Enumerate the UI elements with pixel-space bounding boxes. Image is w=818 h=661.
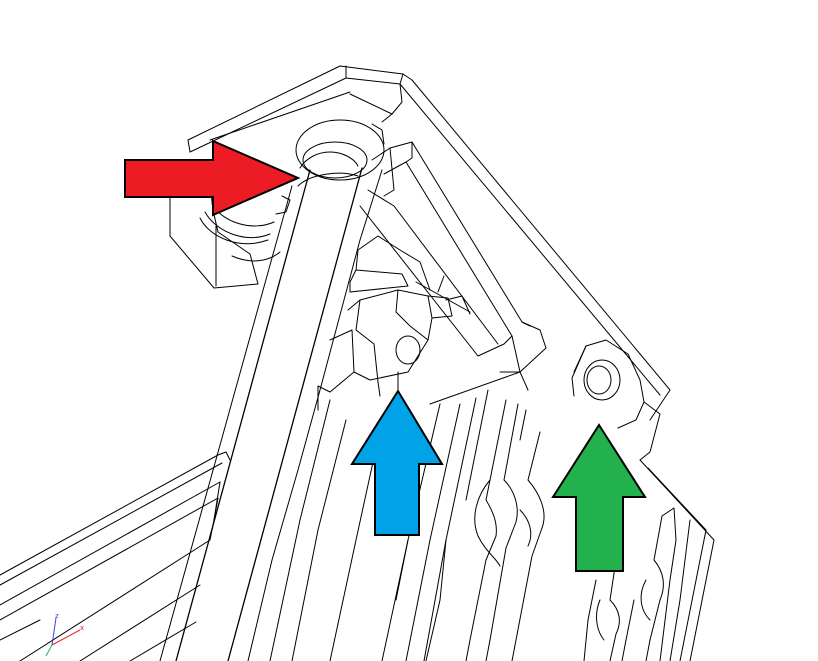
x-axis-label: x xyxy=(80,624,84,632)
blue-arrow xyxy=(350,389,444,536)
extrusion-rails xyxy=(0,451,231,661)
bracket-outline xyxy=(187,65,671,421)
green-arrow xyxy=(551,423,647,572)
mounting-ear xyxy=(571,339,661,461)
y-axis-line xyxy=(45,644,53,657)
red-arrow xyxy=(124,139,301,217)
z-axis-label: z xyxy=(55,612,59,620)
z-axis-line xyxy=(51,617,57,646)
axis-triad: x z xyxy=(45,612,84,657)
cad-line-drawing: x z xyxy=(0,65,715,661)
rod xyxy=(159,119,385,661)
cad-viewport: x z xyxy=(0,0,818,661)
